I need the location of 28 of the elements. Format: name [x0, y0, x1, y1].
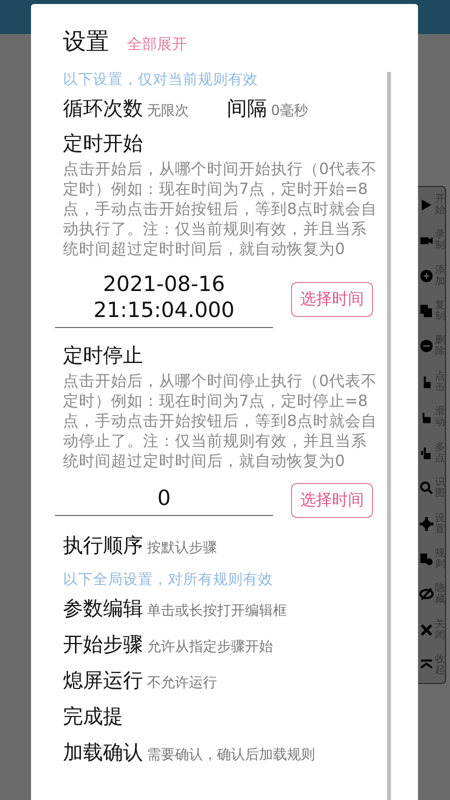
setting-value[interactable]: 单击或长按打开编辑框 [147, 602, 287, 620]
setting-description: 点击开始后，从哪个时间停止执行（0代表不定时）例如：现在时间为7点，定时停止=8点，手动点击开始按钮后，等到8点时就会自动停止了。注：仅当前规则有效，并且当系统时间超过定时时间后，就自动恢复为0 [63, 371, 378, 471]
setting-value[interactable]: 按默认步骤 [147, 539, 217, 557]
setting-value[interactable]: 0毫秒 [271, 102, 308, 120]
time-field[interactable]: 2021-08-16 21:15:04.000 [55, 271, 273, 328]
setting-label: 熄屏运行 [63, 667, 143, 694]
scrollbar[interactable] [387, 72, 391, 800]
section-note: 以下全局设置，对所有规则有效 [63, 571, 274, 589]
setting-label: 执行顺序 [63, 532, 143, 559]
setting-value[interactable]: 允许从指定步骤开始 [147, 638, 273, 656]
setting-label: 循环次数 [63, 95, 143, 122]
section-note: 以下设置，仅对当前规则有效 [63, 71, 259, 89]
setting-value[interactable]: 无限次 [147, 102, 189, 120]
setting-label: 参数编辑 [63, 595, 143, 622]
setting-label: 定时开始 [63, 131, 143, 155]
setting-label: 定时停止 [63, 343, 143, 367]
dialog-title: 设置 [63, 28, 109, 57]
setting-label: 完成提 [63, 703, 123, 730]
time-field[interactable]: 0 [55, 485, 273, 516]
select-time-button[interactable]: 选择时间 [291, 483, 373, 518]
setting-label: 间隔 [227, 95, 267, 122]
setting-value[interactable]: 不允许运行 [147, 674, 217, 692]
expand-all-link[interactable]: 全部展开 [127, 35, 187, 54]
setting-description: 点击开始后，从哪个时间开始执行（0代表不定时）例如：现在时间为7点，定时开始=8点，手动点击开始按钮后，等到8点时就会自动执行了。注：仅当前规则有效，并且当系统时间超过定时时间后，就自动恢复为0 [63, 159, 378, 259]
setting-value[interactable]: 需要确认，确认后加载规则 [147, 746, 315, 764]
setting-label: 加载确认 [63, 739, 143, 766]
setting-label: 开始步骤 [63, 631, 143, 658]
select-time-button[interactable]: 选择时间 [291, 282, 373, 317]
